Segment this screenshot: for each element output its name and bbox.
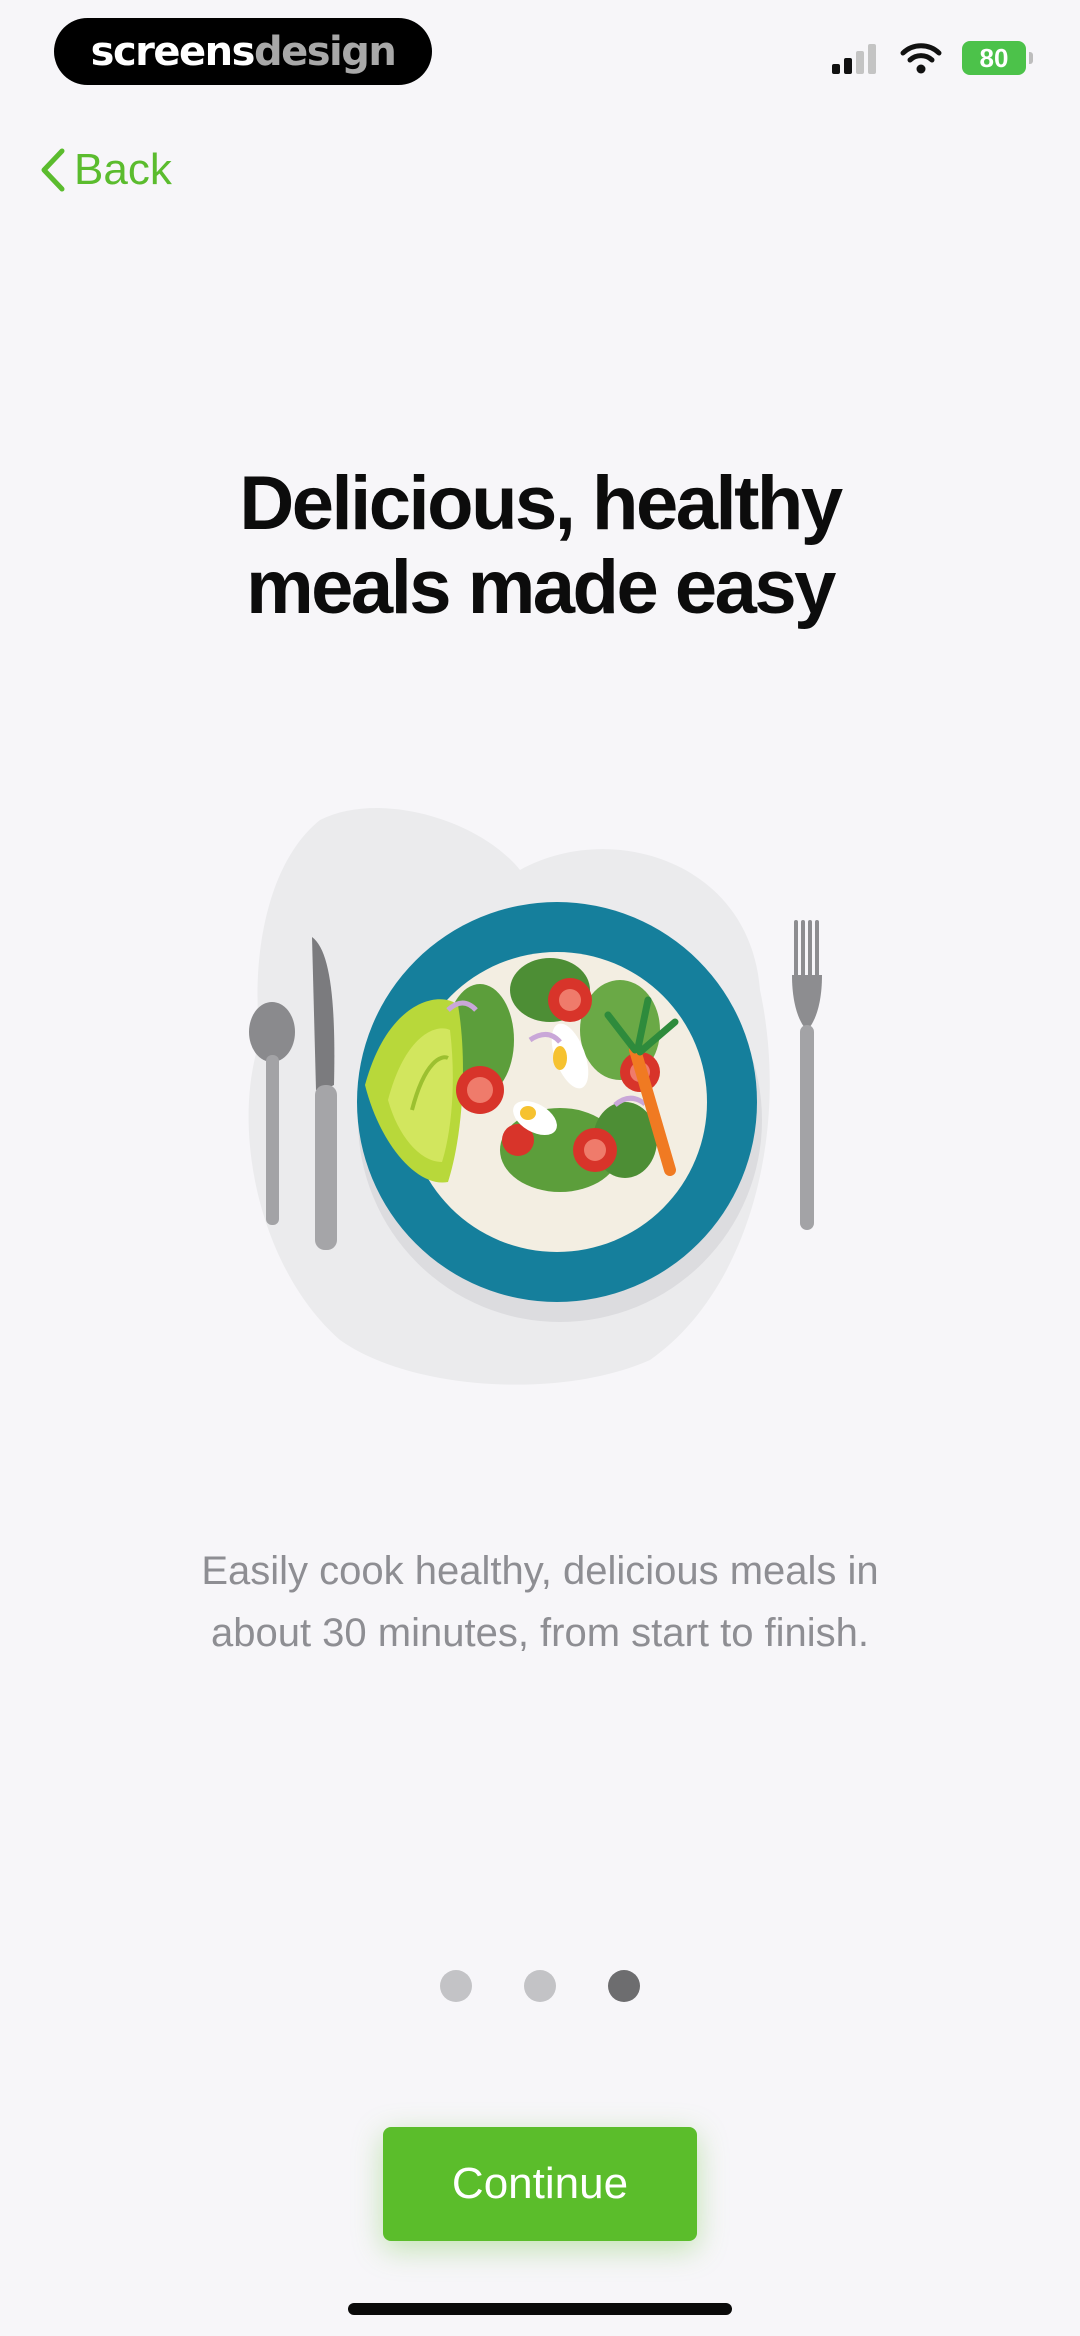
- pagination-dots: [0, 1970, 1080, 2002]
- watermark-bold-text: screens: [90, 28, 256, 75]
- battery-charging-icon: 80: [962, 41, 1033, 75]
- page-dot-3[interactable]: [608, 1970, 640, 2002]
- page-subtitle: Easily cook healthy, delicious meals in …: [201, 1549, 879, 1655]
- salad-plate-illustration: [248, 808, 822, 1385]
- back-label: Back: [74, 145, 172, 194]
- fork-icon: [792, 920, 822, 1230]
- page-title: Delicious, healthy meals made easy: [239, 461, 843, 630]
- status-bar-right: 80: [832, 36, 1033, 80]
- watermark-light-text: design: [253, 28, 397, 75]
- page-dot-2[interactable]: [524, 1970, 556, 2002]
- home-indicator: [348, 2303, 732, 2315]
- continue-button[interactable]: Continue: [383, 2127, 697, 2241]
- wifi-icon: [900, 43, 942, 74]
- battery-level: 80: [979, 42, 1009, 73]
- chevron-left-icon: [41, 148, 65, 192]
- back-button[interactable]: Back: [38, 145, 172, 195]
- page-dot-1[interactable]: [440, 1970, 472, 2002]
- cellular-signal-icon: [832, 44, 876, 74]
- watermark-logo: screens design: [54, 18, 432, 85]
